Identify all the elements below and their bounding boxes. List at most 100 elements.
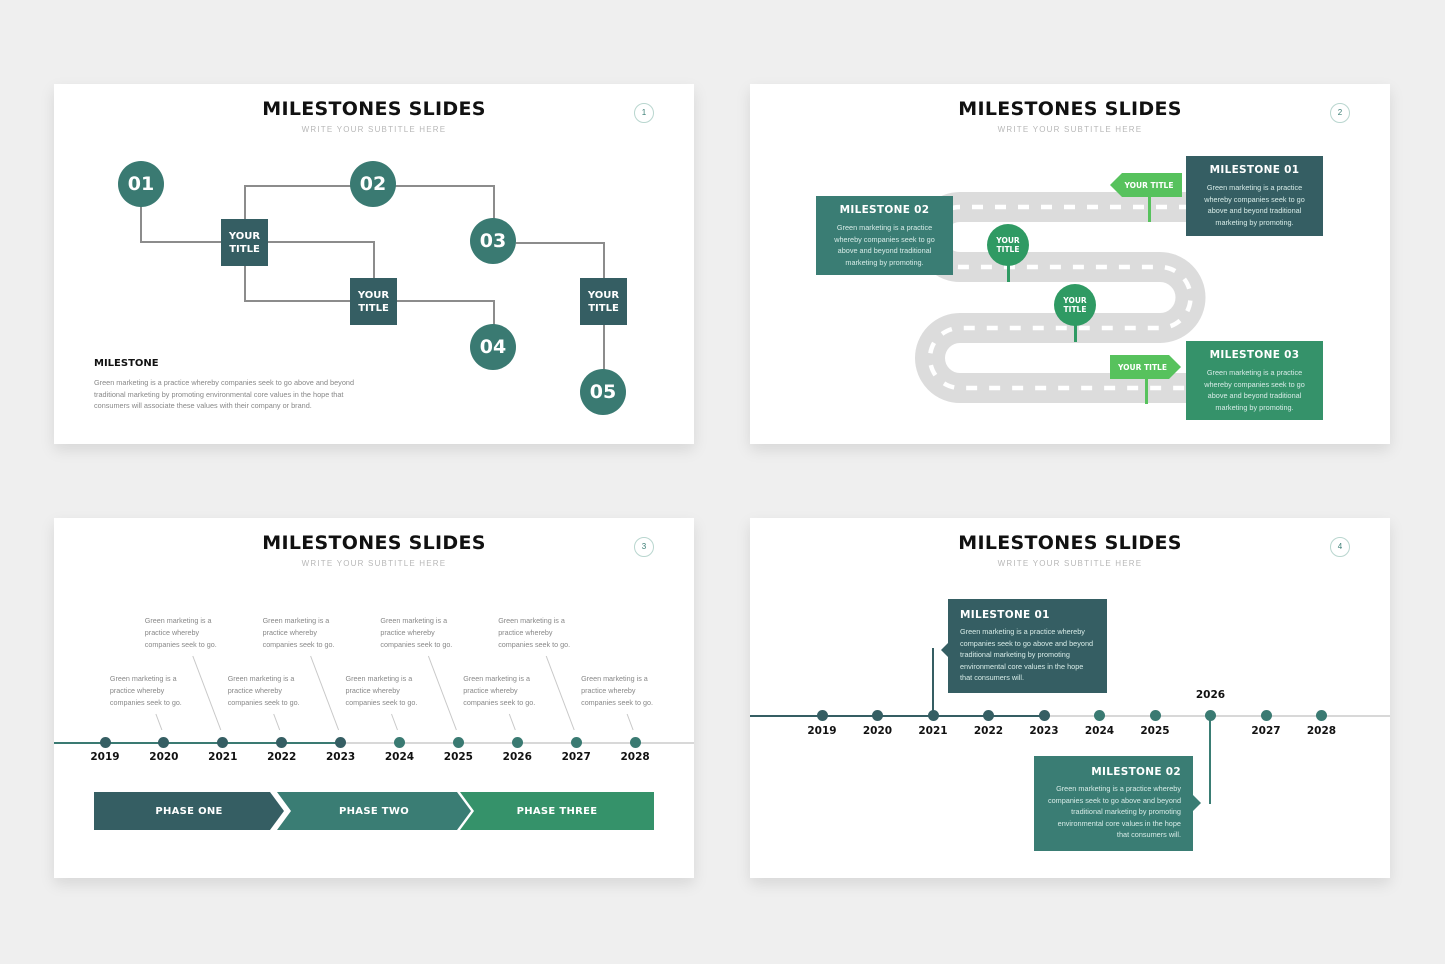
timeline-year-label: 2027: [561, 751, 591, 763]
milestone-callout-heading: MILESTONE 02: [1091, 766, 1181, 778]
milestone-leader-line: [932, 648, 934, 716]
timeline-year-label: 2019: [90, 751, 120, 763]
timeline-year-label: 2025: [1140, 725, 1170, 737]
timeline-dot: [1094, 710, 1105, 721]
milestone-callout-02: MILESTONE 02 Green marketing is a practi…: [1034, 756, 1193, 851]
timeline-dot: [99, 737, 111, 748]
timeline-year-label: 2024: [384, 751, 415, 763]
title-box-line1: YOUR: [357, 289, 390, 301]
timeline-year-label: 2020: [862, 725, 893, 737]
timeline-year-label: 2022: [267, 751, 297, 763]
milestone-card-text: Green marketing is a practice whereby co…: [834, 223, 935, 267]
milestone-callout-heading: MILESTONE 01: [960, 609, 1050, 621]
milestone-circle-02: 02: [350, 161, 396, 207]
slide-1: MILESTONES SLIDES WRITE YOUR SUBTITLE HE…: [54, 84, 694, 444]
note-leader-line: [273, 713, 281, 731]
timeline-year-label: 2028: [620, 751, 650, 763]
timeline-year-label: 2019: [807, 725, 837, 737]
timeline-dot: [1205, 710, 1216, 721]
milestone-card-heading: MILESTONE 01: [1209, 164, 1300, 176]
timeline-dot: [872, 710, 883, 721]
milestone-callout-text: Green marketing is a practice whereby co…: [960, 627, 1094, 683]
timeline-year-label: 2020: [149, 751, 179, 763]
phase-one-arrow: PHASE ONE: [94, 792, 284, 830]
timeline-dot: [983, 710, 994, 721]
connector-line: [373, 241, 375, 279]
timeline-dot: [1038, 710, 1050, 721]
timeline-year-label: 2023: [325, 751, 356, 763]
timeline-progress: [750, 715, 1044, 717]
pin-label-line2: TITLE: [1063, 305, 1087, 314]
title-box: YOUR TITLE: [580, 278, 627, 325]
timeline-year-label: 2028: [1306, 725, 1337, 737]
title-box-line1: YOUR: [228, 230, 261, 242]
title-box: YOUR TITLE: [350, 278, 397, 325]
map-pin: YOUR TITLE: [1054, 284, 1096, 326]
timeline-dot: [1316, 710, 1327, 721]
slide-number-badge: 1: [634, 103, 654, 123]
note-leader-line: [508, 713, 516, 731]
timeline-note: Green marketing is a practice whereby co…: [498, 616, 571, 649]
timeline-note: Green marketing is a practice whereby co…: [380, 616, 453, 649]
pin-label-line1: YOUR: [996, 236, 1020, 245]
timeline-note: Green marketing is a practice whereby co…: [144, 616, 217, 649]
connector-line: [140, 206, 142, 242]
milestone-card-01: MILESTONE 01 Green marketing is a practi…: [1186, 156, 1323, 236]
timeline-year-label: 2021: [918, 725, 948, 737]
phase-two-arrow: PHASE TWO: [277, 792, 471, 830]
title-box-line2: TITLE: [229, 243, 260, 255]
milestone-circle-01: 01: [118, 161, 164, 207]
note-leader-line: [391, 713, 398, 731]
timeline-year-label: 2026: [502, 751, 532, 763]
timeline-year-label: 2025: [443, 751, 473, 763]
milestone-leader-line: [1209, 716, 1211, 804]
timeline-year-label: 2027: [1251, 725, 1281, 737]
timeline-dot: [927, 710, 939, 721]
pin-label-line2: TITLE: [996, 245, 1020, 254]
timeline-note: Green marketing is a practice whereby co…: [227, 674, 300, 707]
timeline-dot: [1149, 710, 1161, 721]
slide-number-badge: 4: [1330, 537, 1350, 557]
milestone-callout-01: MILESTONE 01 Green marketing is a practi…: [948, 599, 1107, 693]
callout-pointer: [941, 643, 948, 657]
timeline-year-label: 2021: [208, 751, 238, 763]
milestone-card-text: Green marketing is a practice whereby co…: [1204, 368, 1305, 412]
slide-3: MILESTONES SLIDES WRITE YOUR SUBTITLE HE…: [54, 518, 694, 878]
connector-line: [493, 185, 495, 219]
slide-2: MILESTONES SLIDES WRITE YOUR SUBTITLE HE…: [750, 84, 1390, 444]
milestone-card-03: MILESTONE 03 Green marketing is a practi…: [1186, 341, 1323, 420]
timeline-dot: [1260, 710, 1272, 721]
milestone-circle-05: 05: [580, 369, 626, 415]
timeline-note: Green marketing is a practice whereby co…: [109, 674, 182, 707]
map-pin: YOUR TITLE: [987, 224, 1029, 266]
milestone-card-02: MILESTONE 02 Green marketing is a practi…: [816, 196, 953, 275]
title-box: YOUR TITLE: [221, 219, 268, 266]
signpost-flag: YOUR TITLE: [1110, 173, 1182, 197]
slide-title: MILESTONES SLIDES: [958, 532, 1182, 554]
timeline-year-label: 2024: [1084, 725, 1115, 737]
milestone-description: Green marketing is a practice whereby co…: [94, 378, 355, 411]
callout-pointer: [1193, 795, 1201, 811]
timeline-note: Green marketing is a practice whereby co…: [581, 674, 654, 707]
milestone-callout-text: Green marketing is a practice whereby co…: [1047, 784, 1181, 840]
slide-subtitle: WRITE YOUR SUBTITLE HERE: [301, 125, 447, 134]
title-box-line2: TITLE: [358, 302, 389, 314]
timeline-dot: [511, 737, 523, 748]
milestone-circle-04: 04: [470, 324, 516, 370]
timeline-dot: [452, 737, 464, 748]
note-leader-line: [626, 713, 634, 731]
timeline-dot: [570, 737, 582, 748]
pin-label-line1: YOUR: [1063, 296, 1087, 305]
connector-line: [516, 242, 604, 244]
milestone-heading: MILESTONE: [94, 358, 159, 369]
milestone-card-heading: MILESTONE 03: [1209, 349, 1300, 361]
note-leader-line: [155, 713, 163, 731]
milestone-card-text: Green marketing is a practice whereby co…: [1204, 183, 1305, 227]
timeline-year-label: 2023: [1029, 725, 1059, 737]
milestone-card-heading: MILESTONE 02: [839, 204, 930, 216]
slide-4: MILESTONES SLIDES WRITE YOUR SUBTITLE HE…: [750, 518, 1390, 878]
phase-three-arrow: PHASE THREE: [460, 792, 654, 830]
slide-subtitle: WRITE YOUR SUBTITLE HERE: [997, 559, 1143, 568]
timeline-note: Green marketing is a practice whereby co…: [345, 674, 418, 707]
timeline-year-label: 2022: [973, 725, 1004, 737]
